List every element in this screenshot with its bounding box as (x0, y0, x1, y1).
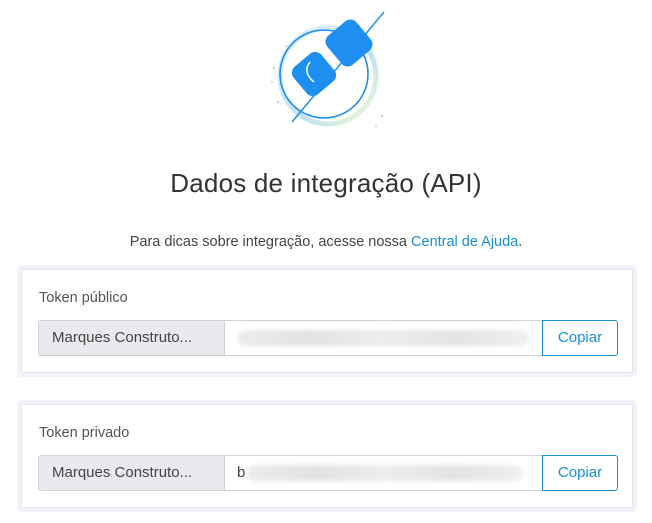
private-token-field[interactable]: b (224, 455, 542, 491)
page-title: Dados de integração (API) (170, 168, 482, 198)
copy-public-token-button[interactable]: Copiar (542, 320, 618, 356)
public-token-card: Token público Marques Construto... Copia… (17, 265, 637, 377)
public-token-prefix: Marques Construto... (38, 320, 224, 356)
subtitle-suffix: . (518, 234, 523, 250)
private-token-row: Marques Construto... b Copiar (38, 455, 618, 491)
public-token-row: Marques Construto... Copiar (38, 320, 618, 356)
plug-connection-icon (271, 11, 385, 127)
help-center-link[interactable]: Central de Ajuda (411, 234, 518, 250)
public-token-field[interactable] (224, 320, 542, 356)
subtitle-text: Para dicas sobre integração, acesse noss… (129, 234, 412, 250)
private-token-card: Token privado Marques Construto... b Cop… (17, 400, 637, 512)
private-token-redaction (247, 465, 523, 481)
public-token-label: Token público (39, 290, 128, 306)
private-token-value: b (237, 464, 246, 481)
copy-private-token-button[interactable]: Copiar (542, 455, 618, 491)
private-token-label: Token privado (39, 425, 130, 441)
public-token-redaction (237, 330, 529, 346)
private-token-prefix: Marques Construto... (38, 455, 224, 491)
page-subtitle: Para dicas sobre integração, acesse noss… (0, 234, 652, 250)
